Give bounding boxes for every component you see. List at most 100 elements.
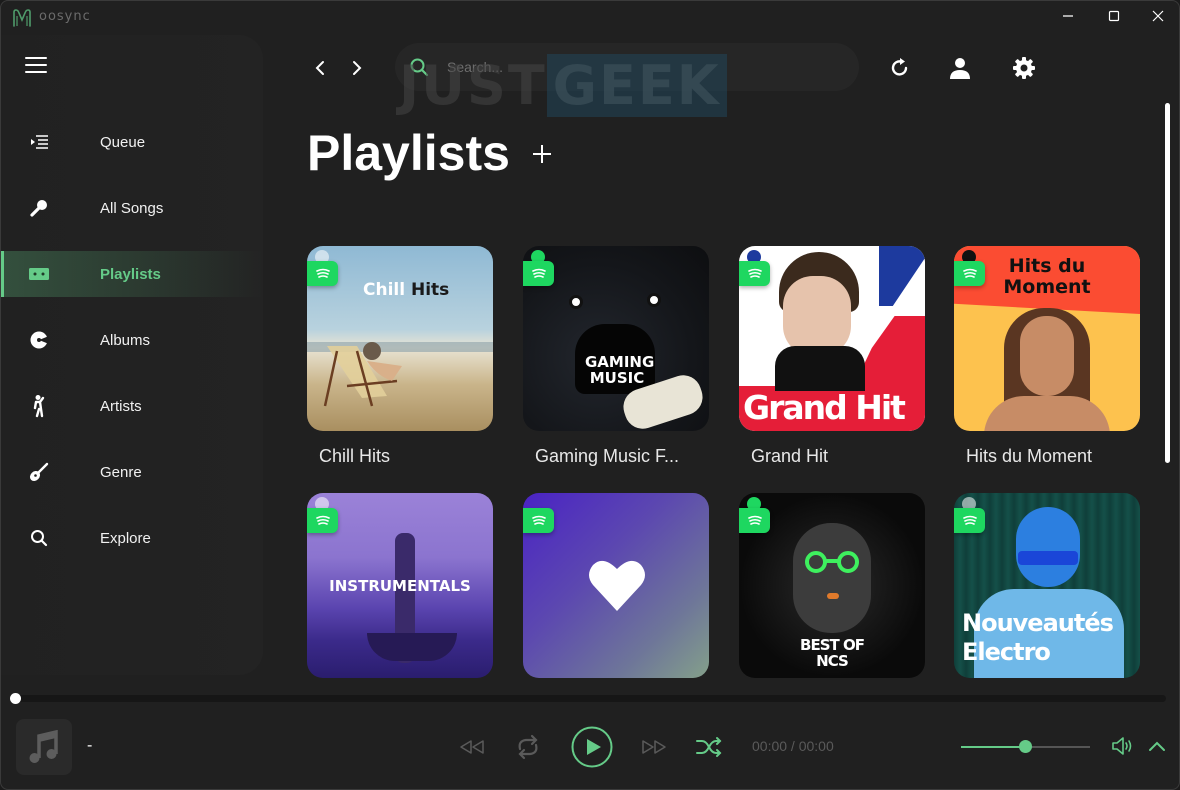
beach-chair-illustration [323, 342, 402, 407]
sidebar-item-genre[interactable]: Genre [1, 449, 263, 495]
cover-text-part: GAMING [585, 353, 655, 371]
user-icon [950, 58, 970, 79]
playlist-title: Gaming Music F... [535, 446, 680, 466]
cover-text-part: Hits [410, 280, 450, 300]
play-icon [571, 726, 613, 768]
account-button[interactable] [946, 54, 974, 82]
cassette-icon [27, 262, 51, 286]
fast-forward-icon [642, 740, 666, 754]
volume-handle[interactable] [1019, 740, 1032, 753]
sidebar-item-queue[interactable]: Queue [1, 119, 263, 165]
spotify-badge [523, 261, 554, 286]
playlist-cover: INSTRUMENTALS [307, 493, 493, 678]
spotify-badge [739, 508, 770, 533]
spotify-icon [315, 515, 330, 525]
search-icon [410, 58, 429, 77]
shuffle-button[interactable] [695, 734, 723, 760]
playlist-card[interactable]: INSTRUMENTALS [307, 493, 493, 678]
hamburger-icon-line [25, 64, 47, 66]
chevron-right-icon [353, 61, 362, 75]
sidebar-item-label: Albums [100, 331, 151, 349]
playlist-card[interactable]: BEST OF NCS [739, 493, 925, 678]
app-logo-icon [13, 9, 31, 27]
sidebar-item-label: Queue [100, 133, 146, 151]
settings-button[interactable] [1010, 54, 1038, 82]
hamburger-menu-button[interactable] [25, 57, 47, 77]
sidebar-item-artists[interactable]: Artists [1, 383, 263, 429]
add-playlist-button[interactable] [529, 141, 555, 167]
playlist-cover: Grand Hit [739, 246, 925, 431]
repeat-button[interactable] [513, 732, 543, 762]
playlist-cover: GAMING MUSIC [523, 246, 709, 431]
sidebar-item-playlists[interactable]: Playlists [1, 251, 263, 297]
close-button[interactable] [1135, 1, 1179, 31]
spotify-badge [739, 261, 770, 286]
sidebar-item-all-songs[interactable]: All Songs [1, 185, 263, 231]
search-input[interactable] [447, 53, 827, 81]
refresh-button[interactable] [886, 54, 914, 82]
playlist-card[interactable]: Nouveautés Electro [954, 493, 1140, 678]
spotify-icon [531, 515, 546, 525]
minimize-button[interactable] [1045, 1, 1091, 31]
disc-icon [27, 328, 51, 352]
expand-player-button[interactable] [1146, 737, 1168, 755]
seek-handle[interactable] [10, 693, 21, 704]
playlist-card[interactable]: GAMING MUSIC Gaming Music F... [523, 246, 709, 466]
spotify-icon [531, 268, 546, 278]
cover-text-part: Chill [363, 280, 406, 300]
cover-text-part: Nouveautés [962, 609, 1114, 637]
cover-text-part: NCS [816, 652, 849, 670]
spotify-badge [954, 261, 985, 286]
seek-bar[interactable] [13, 695, 1166, 702]
volume-slider-fill [961, 746, 1026, 748]
cover-text: Chill Hits [363, 280, 449, 300]
shuffle-icon [696, 737, 722, 757]
forward-button[interactable] [347, 57, 367, 79]
play-button[interactable] [571, 726, 613, 768]
cover-text: BEST OF NCS [739, 637, 925, 669]
playlist-cover [523, 493, 709, 678]
rewind-button[interactable] [459, 735, 485, 759]
cover-text: Nouveautés Electro [962, 609, 1114, 667]
sidebar-item-albums[interactable]: Albums [1, 317, 263, 363]
spotify-icon [962, 515, 977, 525]
album-art-placeholder [16, 719, 72, 775]
plus-icon [533, 145, 551, 163]
playlist-cover: BEST OF NCS [739, 493, 925, 678]
playlist-card[interactable]: Grand Hit Grand Hit [739, 246, 925, 466]
cover-text: GAMING MUSIC [585, 353, 655, 386]
app-name: oosync [39, 9, 91, 24]
hamburger-icon-line [25, 71, 47, 73]
fast-forward-button[interactable] [641, 735, 667, 759]
page-title: Playlists [307, 125, 510, 181]
playlist-title: Grand Hit [751, 446, 829, 466]
playlist-card[interactable]: Chill Hits Chill Hits [307, 246, 493, 466]
spotify-icon [747, 268, 762, 278]
playlist-cover: Nouveautés Electro [954, 493, 1140, 678]
playback-time: 00:00 / 00:00 [752, 738, 834, 754]
spotify-badge [954, 508, 985, 533]
playlist-cover: Chill Hits [307, 246, 493, 431]
scrollbar-thumb[interactable] [1165, 103, 1170, 463]
playlist-card[interactable]: Hits du Moment Hits du Moment [954, 246, 1140, 466]
cover-text: Grand Hit [743, 388, 906, 427]
sidebar: Queue All Songs Playlists Albums Artists [1, 35, 263, 675]
mute-button[interactable] [1111, 735, 1135, 757]
back-button[interactable] [310, 57, 330, 79]
microphone-icon [27, 196, 51, 220]
spotify-icon [747, 515, 762, 525]
now-playing-title: - [87, 737, 93, 754]
chevron-up-icon [1149, 741, 1165, 751]
spotify-badge [523, 508, 554, 533]
sidebar-item-explore[interactable]: Explore [1, 515, 263, 561]
minimize-icon [1063, 15, 1073, 17]
maximize-button[interactable] [1091, 1, 1137, 31]
playlist-card[interactable] [523, 493, 709, 678]
sidebar-item-label: Genre [100, 463, 142, 481]
playlist-title: Hits du Moment [966, 446, 1093, 466]
chevron-left-icon [315, 61, 324, 75]
playlist-title: Chill Hits [319, 446, 391, 466]
close-icon [1152, 10, 1164, 22]
app-window: oosync Queue All Songs Playlists Albums … [0, 0, 1180, 790]
sidebar-item-label: All Songs [100, 199, 164, 217]
